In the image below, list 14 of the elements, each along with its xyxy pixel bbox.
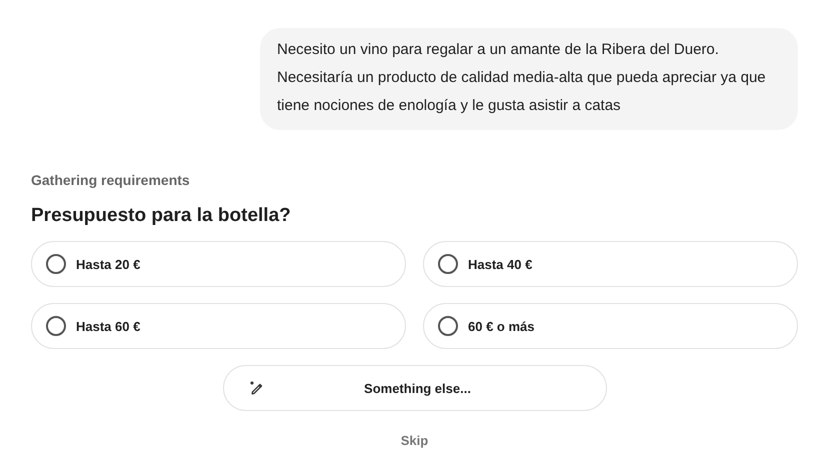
- option-button[interactable]: 60 € o más: [423, 303, 798, 349]
- option-button[interactable]: Hasta 40 €: [423, 241, 798, 287]
- pencil-icon: [250, 381, 264, 395]
- skip-link[interactable]: Skip: [396, 431, 432, 450]
- something-else-button[interactable]: Something else...: [222, 365, 606, 411]
- radio-icon: [438, 254, 458, 274]
- radio-icon: [46, 254, 66, 274]
- radio-icon: [46, 316, 66, 336]
- message-bubble: Necesito un vino para regalar a un amante de la Ribera del Duero. Necesitaría un producto de calidad media-alta que pueda apreciar ya que tiene nociones de enología y le gusta asistir a catas: [260, 28, 798, 130]
- radio-icon: [438, 316, 458, 336]
- question-heading: Presupuesto para la botella?: [31, 205, 292, 227]
- option-button[interactable]: Hasta 60 €: [31, 303, 406, 349]
- option-button[interactable]: Hasta 20 €: [31, 241, 406, 287]
- status-label: Gathering requirements: [31, 172, 191, 188]
